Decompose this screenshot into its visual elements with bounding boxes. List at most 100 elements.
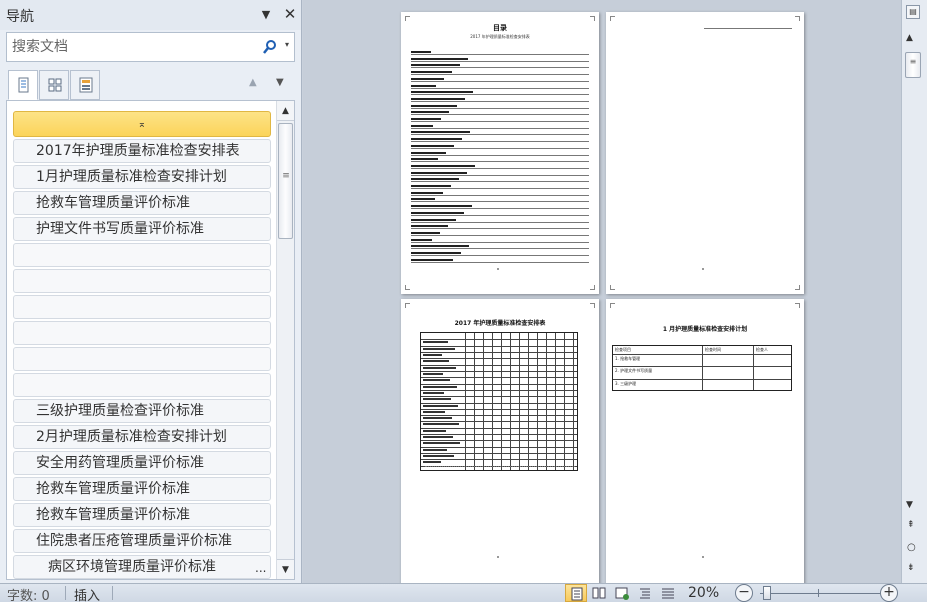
crop-mark: [610, 303, 615, 308]
draft-view-button[interactable]: [657, 584, 679, 602]
search-input[interactable]: [7, 33, 257, 61]
heading-item[interactable]: [13, 243, 271, 267]
previous-page-icon[interactable]: ⇞: [907, 520, 915, 530]
status-divider: [65, 586, 66, 600]
heading-item[interactable]: [13, 295, 271, 319]
page-thumbnail-2[interactable]: [606, 12, 804, 294]
heading-list: ⌅ 2017年护理质量标准检查安排表 1月护理质量标准检查安排计划 抢救车管理质…: [6, 100, 295, 580]
heading-item[interactable]: [13, 321, 271, 345]
ruler-toggle-icon[interactable]: ▤: [906, 5, 920, 19]
scroll-up-arrow-icon[interactable]: ▲: [906, 33, 913, 43]
toc-entry-text: [411, 84, 436, 87]
table-cell-text: [423, 360, 449, 363]
heading-item[interactable]: 1月护理质量标准检查安排计划: [13, 165, 271, 189]
previous-result-icon[interactable]: ▲: [249, 77, 257, 88]
table-row-divider: [421, 383, 577, 385]
full-screen-reading-button[interactable]: [588, 584, 610, 602]
pane-options-dropdown-icon[interactable]: ▼: [259, 8, 273, 22]
draft-icon: [662, 588, 674, 599]
heading-item[interactable]: 2月护理质量标准检查安排计划: [13, 425, 271, 449]
table-row-divider: [421, 364, 577, 366]
heading-item[interactable]: 抢救车管理质量评价标准: [13, 477, 271, 501]
print-layout-view-button[interactable]: [565, 584, 587, 602]
heading-item[interactable]: 住院患者压疮管理质量评价标准: [13, 529, 271, 553]
page-number: [702, 556, 704, 558]
search-options-dropdown-icon[interactable]: ▾: [285, 40, 289, 49]
toc-entry-text: [411, 118, 441, 120]
toc-entry-text: [411, 124, 433, 127]
tab-search-results[interactable]: [70, 70, 100, 100]
heading-item[interactable]: 安全用药管理质量评价标准: [13, 451, 271, 475]
heading-item[interactable]: 抢救车管理质量评价标准: [13, 191, 271, 215]
scroll-grip-icon: ≡: [909, 57, 917, 66]
toc-entry-text: [411, 97, 465, 100]
table-header: 检查项目: [615, 347, 631, 352]
heading-item[interactable]: 抢救车管理质量评价标准: [13, 503, 271, 527]
heading-item-collapsed-top[interactable]: ⌅: [13, 111, 271, 137]
heading-item[interactable]: [13, 347, 271, 371]
web-layout-icon: [615, 587, 629, 600]
toc-entry-line: [411, 52, 589, 55]
select-browse-object-icon[interactable]: ○: [907, 542, 916, 553]
zoom-slider-center-tick: [818, 589, 819, 597]
web-layout-view-button[interactable]: [611, 584, 633, 602]
nav-pane-header: 导航 ▼ ✕: [0, 0, 301, 30]
crop-mark: [590, 16, 595, 21]
heading-item[interactable]: [13, 269, 271, 293]
table-col-divider: [555, 333, 556, 470]
toc-entry-text: [411, 57, 468, 60]
crop-mark: [590, 285, 595, 290]
table-cell: 3. 三级护理: [615, 381, 637, 386]
heading-item[interactable]: [13, 373, 271, 397]
zoom-out-button[interactable]: −: [735, 584, 753, 602]
scroll-down-arrow-icon[interactable]: ▼: [277, 559, 294, 579]
page-number: [702, 268, 704, 270]
scroll-down-arrow-icon[interactable]: ▼: [906, 500, 913, 510]
search-icon[interactable]: [263, 39, 277, 55]
table-cell-text: [423, 372, 443, 375]
page-thumbnail-1[interactable]: 目录 2017 年护理质量标准检查安排表: [401, 12, 599, 294]
crop-mark: [405, 285, 410, 290]
page-thumbnail-4[interactable]: 1 月护理质量标准检查安排计划 检查项目 检查时间 检查人 1. 抢救车管理 2…: [606, 299, 804, 583]
search-box: ▾: [6, 32, 295, 62]
toc-entry-text: [411, 131, 470, 134]
table-col-divider: [501, 333, 502, 470]
document-area[interactable]: 目录 2017 年护理质量标准检查安排表 2017 年护理质量标准检查安排表 1…: [303, 0, 901, 583]
table-col-divider: [465, 333, 466, 470]
heading-item-subheading[interactable]: 病区环境管理质量评价标准: [13, 555, 271, 579]
next-page-icon[interactable]: ⇟: [907, 563, 915, 573]
toc-entry-text: [411, 231, 440, 234]
toc-entry-text: [411, 164, 475, 167]
toc-entry-text: [411, 171, 467, 174]
zoom-in-button[interactable]: +: [880, 584, 898, 602]
table-col-divider: [510, 333, 511, 470]
table-row-divider: [421, 396, 577, 398]
tab-headings[interactable]: [8, 70, 38, 100]
word-count[interactable]: 字数: 0: [7, 585, 50, 602]
zoom-slider-track[interactable]: [760, 593, 880, 594]
heading-list-scroll-thumb[interactable]: ≡: [278, 123, 293, 239]
pane-close-icon[interactable]: ✕: [282, 5, 298, 23]
zoom-level[interactable]: 20%: [688, 585, 719, 601]
heading-list-scrollbar[interactable]: ▲ ≡ ▼: [276, 101, 294, 579]
scroll-up-arrow-icon[interactable]: ▲: [277, 101, 294, 121]
table-row-divider: [421, 402, 577, 404]
crop-mark: [405, 16, 410, 21]
table-row-divider: [421, 351, 577, 353]
outline-view-button[interactable]: [634, 584, 656, 602]
table-cell-text: [423, 417, 452, 420]
toc-entry-text: [411, 238, 432, 241]
inspection-schedule-table: [420, 332, 578, 471]
page-thumbnail-3[interactable]: 2017 年护理质量标准检查安排表: [401, 299, 599, 583]
next-result-icon[interactable]: ▼: [276, 77, 284, 88]
crop-mark: [795, 285, 800, 290]
heading-item[interactable]: 2017年护理质量标准检查安排表: [13, 139, 271, 163]
table-cell-text: [423, 366, 456, 369]
heading-item[interactable]: 护理文件书写质量评价标准: [13, 217, 271, 241]
tab-thumbnails[interactable]: [39, 70, 69, 100]
document-scroll-thumb[interactable]: ≡: [905, 52, 921, 78]
insert-mode-indicator[interactable]: 插入: [74, 585, 100, 602]
zoom-slider-handle[interactable]: [763, 586, 771, 600]
heading-item[interactable]: 三级护理质量检查评价标准: [13, 399, 271, 423]
vertical-scrollbar[interactable]: ▤ ▲ ≡ ▼ ⇞ ○ ⇟: [901, 0, 927, 583]
